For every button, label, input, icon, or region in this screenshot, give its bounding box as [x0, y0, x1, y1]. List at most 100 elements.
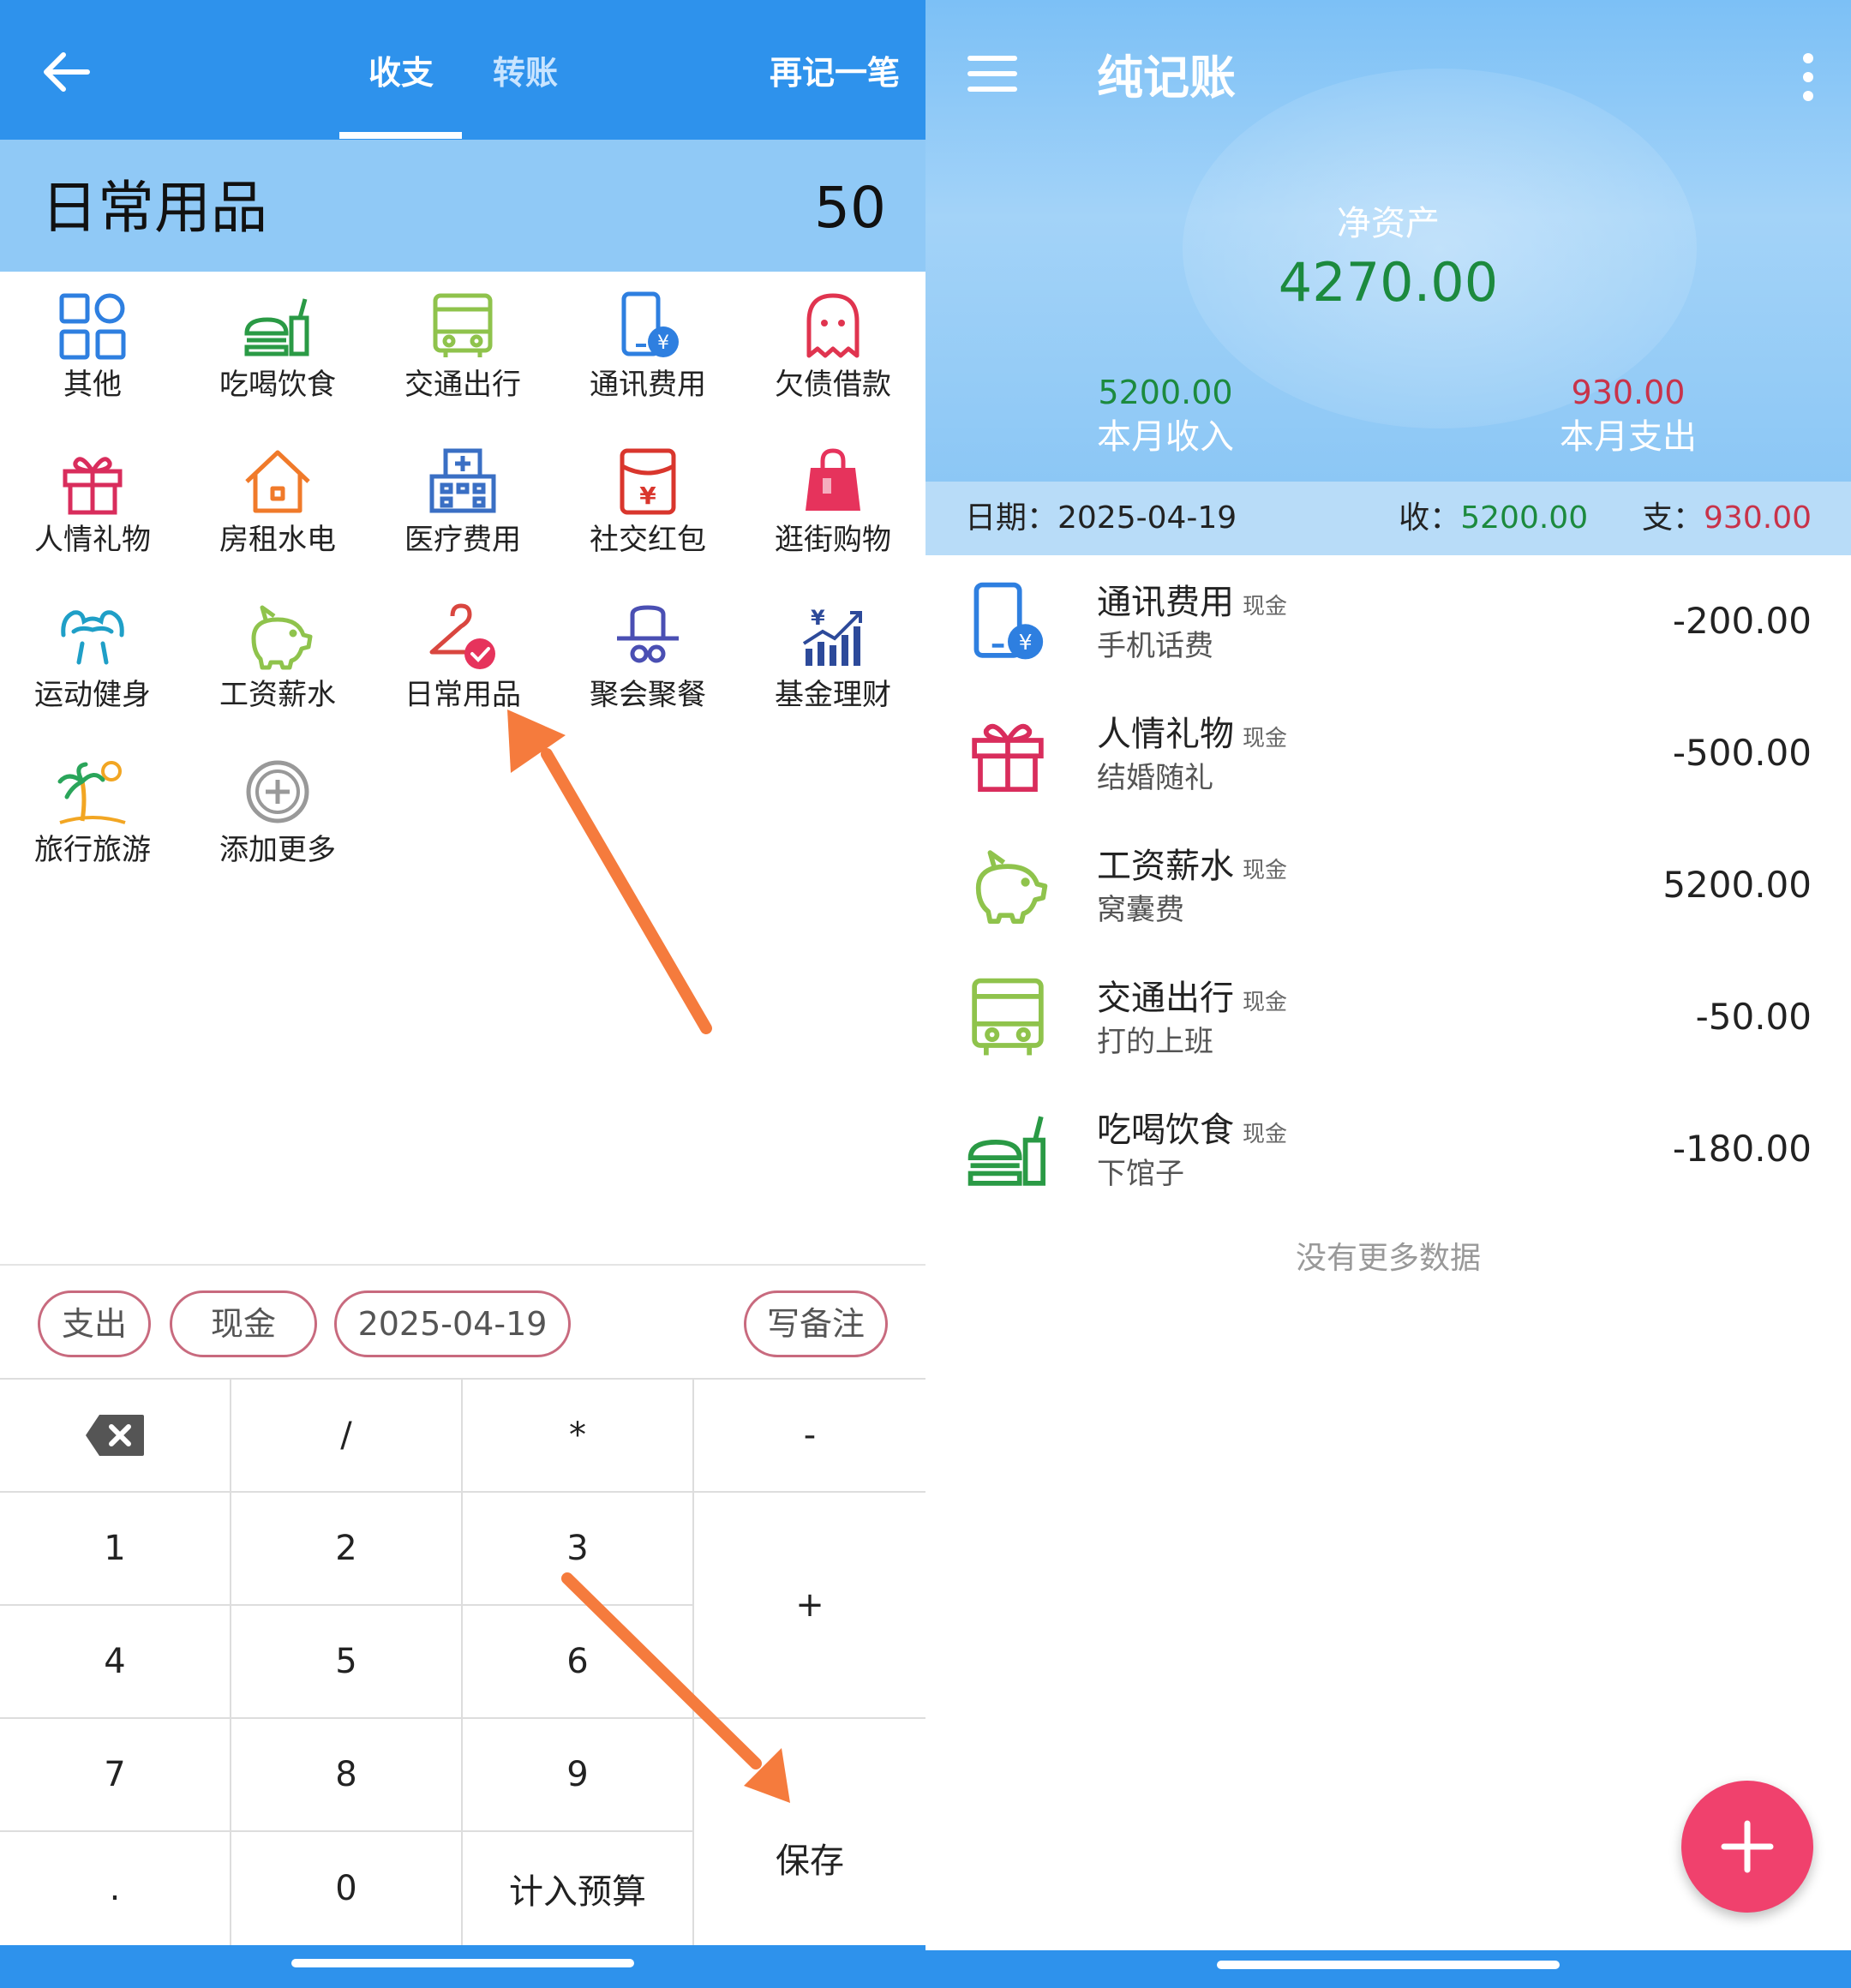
key-3[interactable]: 3: [463, 1493, 694, 1606]
palm-tree-icon: [57, 761, 126, 824]
category-red-packet[interactable]: ¥ 社交红包: [555, 427, 740, 581]
tab-indicator: [339, 132, 462, 139]
tab-transfer[interactable]: 转账: [493, 50, 558, 96]
phone-icon: ¥: [621, 291, 679, 357]
more-vert-icon[interactable]: [1800, 51, 1817, 103]
backspace-key[interactable]: [0, 1380, 231, 1493]
red-packet-icon: ¥: [620, 448, 676, 515]
backspace-icon: [86, 1415, 144, 1456]
transaction-amount: -200.00: [1672, 600, 1812, 642]
house-icon: [245, 450, 310, 513]
key-4[interactable]: 4: [0, 1606, 231, 1719]
category-label: 欠债借款: [775, 368, 891, 402]
save-key[interactable]: 保存: [694, 1719, 926, 1945]
piggy-bank-icon: [975, 850, 1048, 924]
multiply-key[interactable]: *: [463, 1380, 694, 1493]
category-food[interactable]: 吃喝饮食: [185, 272, 370, 426]
net-assets-label: 净资产: [1337, 204, 1440, 243]
home-indicator[interactable]: [291, 1959, 634, 1967]
day-totals: 收：5200.00 支：930.00: [1399, 497, 1812, 540]
add-more-button[interactable]: 添加更多: [185, 737, 370, 891]
tab-income-expense[interactable]: 收支: [368, 50, 434, 96]
divide-key[interactable]: /: [231, 1380, 463, 1493]
key-8[interactable]: 8: [231, 1719, 463, 1832]
transaction-memo: 窝囊费: [1097, 893, 1184, 927]
key-2[interactable]: 2: [231, 1493, 463, 1606]
category-debt[interactable]: 欠债借款: [740, 272, 926, 426]
transaction-amount: -50.00: [1695, 996, 1812, 1038]
day-expense-value: 930.00: [1704, 500, 1812, 536]
category-label: 吃喝饮食: [219, 368, 336, 402]
add-record-fab[interactable]: [1681, 1781, 1813, 1913]
decimal-key[interactable]: .: [0, 1832, 231, 1945]
key-7[interactable]: 7: [0, 1719, 231, 1832]
svg-text:¥: ¥: [657, 332, 669, 354]
category-fund[interactable]: ¥ 基金理财: [740, 582, 926, 736]
piggy-bank-icon: [251, 605, 313, 670]
category-name: 吃喝饮食: [1097, 1111, 1234, 1150]
day-income-label: 收：: [1399, 500, 1461, 536]
category-shopping[interactable]: 逛街购物: [740, 427, 926, 581]
account-chip[interactable]: 现金: [170, 1290, 317, 1357]
transaction-memo: 手机话费: [1097, 629, 1213, 663]
key-1[interactable]: 1: [0, 1493, 231, 1606]
note-chip[interactable]: 写备注: [744, 1290, 888, 1357]
type-chip[interactable]: 支出: [38, 1290, 151, 1357]
account-tag: 现金: [1243, 1122, 1288, 1147]
transaction-row[interactable]: 人情礼物 现金 结婚随礼 -500.00: [926, 687, 1851, 819]
plus-key[interactable]: +: [694, 1493, 926, 1719]
transaction-name: 人情礼物 现金: [1097, 711, 1287, 762]
transaction-row[interactable]: ¥ 通讯费用 现金 手机话费 -200.00: [926, 555, 1851, 687]
svg-text:¥: ¥: [1019, 630, 1033, 655]
category-travel[interactable]: 旅行旅游: [0, 737, 185, 891]
account-tag: 现金: [1243, 726, 1288, 751]
date-chip[interactable]: 2025-04-19: [334, 1290, 571, 1357]
hospital-icon: [429, 448, 496, 513]
category-label: 其他: [63, 368, 122, 402]
category-phone[interactable]: ¥ 通讯费用: [555, 272, 740, 426]
hamburger-menu-icon[interactable]: [967, 53, 1018, 94]
ledger-screen: 纯记账 净资产 4270.00 5200.00 本月收入 930.00 本月支出…: [926, 0, 1851, 1988]
transaction-row[interactable]: 吃喝饮食 现金 下馆子 -180.00: [926, 1083, 1851, 1215]
record-again-button[interactable]: 再记一笔: [770, 50, 900, 96]
transaction-amount: 5200.00: [1662, 864, 1812, 906]
transaction-row[interactable]: 交通出行 现金 打的上班 -50.00: [926, 951, 1851, 1083]
key-6[interactable]: 6: [463, 1606, 694, 1719]
grid-icon: [59, 293, 126, 360]
account-tag: 现金: [1243, 990, 1288, 1015]
category-rent[interactable]: 房租水电: [185, 427, 370, 581]
key-5[interactable]: 5: [231, 1606, 463, 1719]
category-other[interactable]: 其他: [0, 272, 185, 426]
category-label: 工资薪水: [219, 678, 336, 712]
back-arrow-icon[interactable]: [36, 41, 98, 103]
transaction-amount: -500.00: [1672, 732, 1812, 774]
transaction-memo: 结婚随礼: [1097, 761, 1213, 795]
transaction-row[interactable]: 工资薪水 现金 窝囊费 5200.00: [926, 819, 1851, 951]
app-title: 纯记账: [1097, 51, 1236, 105]
transaction-memo: 打的上班: [1097, 1025, 1213, 1059]
category-medical[interactable]: 医疗费用: [370, 427, 555, 581]
home-indicator[interactable]: [1217, 1961, 1560, 1969]
category-gift[interactable]: 人情礼物: [0, 427, 185, 581]
category-salary[interactable]: 工资薪水: [185, 582, 370, 736]
category-daily-goods[interactable]: 日常用品: [370, 582, 555, 736]
hanger-icon: [429, 603, 495, 669]
category-fitness[interactable]: 运动健身: [0, 582, 185, 736]
category-label: 旅行旅游: [34, 833, 151, 867]
net-assets-value: 4270.00: [1278, 251, 1499, 314]
key-0[interactable]: 0: [231, 1832, 463, 1945]
category-party[interactable]: 聚会聚餐: [555, 582, 740, 736]
budget-key[interactable]: 计入预算: [463, 1832, 694, 1945]
category-label: 医疗费用: [404, 523, 521, 557]
category-name: 工资薪水: [1097, 847, 1234, 886]
chart-growth-icon: ¥: [802, 606, 862, 666]
key-9[interactable]: 9: [463, 1719, 694, 1832]
category-label: 人情礼物: [34, 523, 151, 557]
minus-key[interactable]: -: [694, 1380, 926, 1493]
category-transport[interactable]: 交通出行: [370, 272, 555, 426]
category-label: 运动健身: [34, 678, 151, 712]
category-label: 房租水电: [219, 523, 336, 557]
day-summary-row: 日期：2025-04-19 收：5200.00 支：930.00: [926, 482, 1851, 555]
day-expense-label: 支：: [1642, 500, 1704, 536]
muscle-icon: [61, 610, 124, 665]
